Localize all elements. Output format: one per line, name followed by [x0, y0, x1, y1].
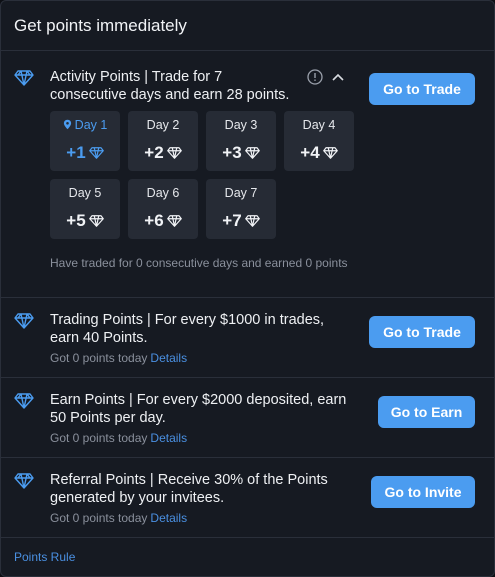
diamond-icon — [14, 393, 34, 409]
day-value: +4 — [300, 143, 320, 162]
divider — [1, 457, 494, 458]
go-to-invite-button[interactable]: Go to Invite — [371, 476, 475, 508]
earn-title: Earn Points | For every $2000 deposited,… — [50, 392, 347, 426]
referral-status: Got 0 points today Details — [50, 511, 188, 525]
divider — [1, 297, 494, 298]
day-value: +5 — [66, 211, 86, 230]
day-label: Day 1 — [74, 118, 108, 132]
trading-status: Got 0 points today Details — [50, 351, 188, 365]
diamond-icon — [14, 70, 34, 86]
info-icon[interactable] — [307, 69, 323, 85]
day-tile-2: Day 2 +2 — [128, 111, 198, 171]
diamond-icon — [88, 215, 104, 227]
earn-status: Got 0 points today Details — [50, 431, 188, 445]
day-label: Day 4 — [302, 118, 336, 132]
divider — [1, 377, 494, 378]
day-tile-3: Day 3 +3 — [206, 111, 276, 171]
diamond-icon — [166, 215, 182, 227]
day-value: +7 — [222, 211, 242, 230]
day-tile-5: Day 5 +5 — [50, 179, 120, 239]
day-label: Day 7 — [224, 186, 258, 200]
go-to-trade-button-2[interactable]: Go to Trade — [369, 316, 475, 348]
day-tile-4: Day 4 +4 — [284, 111, 354, 171]
day-value: +6 — [144, 211, 164, 230]
panel-title: Get points immediately — [1, 1, 494, 51]
referral-details-link[interactable]: Details — [150, 511, 187, 525]
chevron-up-icon[interactable] — [331, 71, 345, 83]
diamond-icon — [14, 313, 34, 329]
diamond-icon — [244, 215, 260, 227]
day-label: Day 6 — [146, 186, 180, 200]
go-to-earn-button[interactable]: Go to Earn — [378, 396, 475, 428]
go-to-trade-button[interactable]: Go to Trade — [369, 73, 475, 105]
day-label: Day 5 — [68, 186, 102, 200]
day-label: Day 2 — [146, 118, 180, 132]
divider — [1, 537, 494, 538]
trading-title: Trading Points | For every $1000 in trad… — [50, 312, 325, 346]
activity-title: Activity Points | Trade for 7 consecutiv… — [50, 69, 290, 103]
diamond-icon — [244, 147, 260, 159]
points-rule-link[interactable]: Points Rule — [14, 550, 75, 564]
day-tile-1: Day 1 +1 — [50, 111, 120, 171]
diamond-icon — [14, 473, 34, 489]
referral-title: Referral Points | Receive 30% of the Poi… — [50, 472, 328, 506]
trading-details-link[interactable]: Details — [150, 351, 187, 365]
day-tile-6: Day 6 +6 — [128, 179, 198, 239]
activity-status: Have traded for 0 consecutive days and e… — [50, 256, 348, 270]
location-pin-icon — [63, 119, 71, 130]
diamond-icon — [88, 147, 104, 159]
day-tile-7: Day 7 +7 — [206, 179, 276, 239]
diamond-icon — [166, 147, 182, 159]
points-panel: Get points immediately Activity Points |… — [0, 0, 495, 577]
diamond-icon — [322, 147, 338, 159]
day-value: +1 — [66, 143, 86, 162]
day-value: +2 — [144, 143, 164, 162]
day-label: Day 3 — [224, 118, 258, 132]
day-value: +3 — [222, 143, 242, 162]
earn-details-link[interactable]: Details — [150, 431, 187, 445]
